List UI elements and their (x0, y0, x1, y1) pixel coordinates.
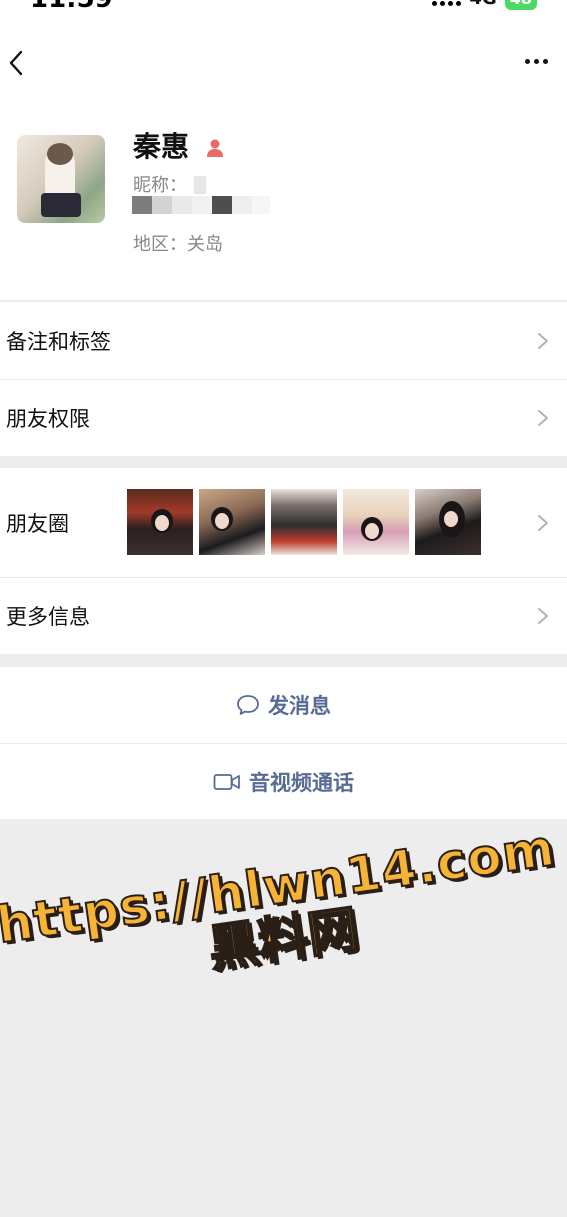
moments-photo (199, 489, 265, 555)
female-user-icon (207, 139, 223, 157)
send-message-button[interactable]: 发消息 (0, 667, 567, 743)
more-dot-icon (533, 58, 539, 64)
actions-group: 发消息 音视频通话 (0, 667, 567, 819)
menu-item-label: 朋友权限 (6, 407, 90, 431)
status-time: 11:59 (30, 0, 113, 12)
moments-photo (127, 489, 193, 555)
nickname-mosaic (132, 176, 270, 214)
menu-item-friend-permissions[interactable]: 朋友权限 (0, 379, 567, 456)
chevron-left-icon (9, 50, 23, 76)
chevron-right-icon (538, 608, 548, 624)
battery-indicator: 48 (504, 0, 537, 10)
moments-photo (343, 489, 409, 555)
profile-header: 秦惠 昵称： 地区：关岛 (0, 14, 567, 300)
chevron-right-icon (538, 332, 548, 349)
menu-item-label: 更多信息 (6, 605, 90, 629)
back-button[interactable] (4, 47, 28, 79)
moments-photos (127, 489, 481, 555)
region-value: 关岛 (187, 234, 223, 255)
menu-item-moments[interactable]: 朋友圈 (0, 468, 567, 577)
more-dot-icon (524, 58, 530, 64)
avatar[interactable] (17, 135, 105, 223)
moments-photo (415, 489, 481, 555)
video-call-label: 音视频通话 (249, 770, 354, 795)
profile-name: 秦惠 (133, 130, 190, 163)
video-call-button[interactable]: 音视频通话 (0, 743, 567, 819)
region-label: 地区： (133, 234, 187, 255)
more-options-button[interactable] (521, 50, 551, 72)
settings-menu: 备注和标签 朋友权限 (0, 302, 567, 456)
menu-item-label: 朋友圈 (6, 511, 69, 536)
status-indicators: 4G 48 (432, 0, 537, 10)
moments-menu: 朋友圈 更多信息 (0, 468, 567, 654)
more-dot-icon (542, 58, 548, 64)
watermark: https://hlwn14.com 黑料网 (0, 818, 567, 1004)
menu-item-remarks-tags[interactable]: 备注和标签 (0, 302, 567, 379)
region-row: 地区：关岛 (133, 233, 223, 257)
menu-item-more-info[interactable]: 更多信息 (0, 577, 567, 654)
chevron-right-icon (538, 514, 548, 531)
moments-photo (271, 489, 337, 555)
menu-item-label: 备注和标签 (6, 329, 111, 354)
send-message-label: 发消息 (268, 694, 331, 718)
status-bar: 11:59 4G 48 (0, 0, 567, 14)
signal-icon (432, 0, 462, 6)
network-label: 4G (469, 0, 496, 10)
video-camera-icon (213, 773, 240, 790)
chevron-right-icon (538, 410, 548, 426)
chat-bubble-icon (237, 695, 259, 715)
